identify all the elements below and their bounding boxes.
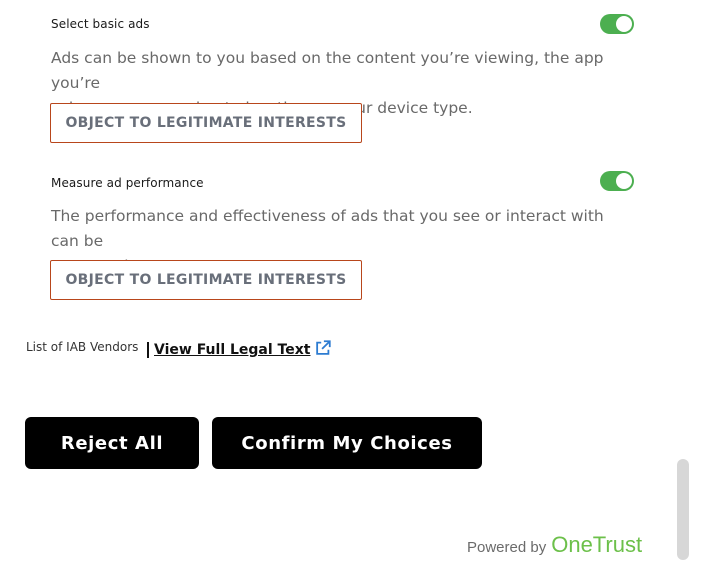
- reject-all-button[interactable]: Reject All: [25, 417, 199, 469]
- view-full-legal-text-link[interactable]: View Full Legal Text: [147, 342, 310, 358]
- toggle-knob: [616, 16, 632, 32]
- powered-by-onetrust: Powered by OneTrust: [467, 532, 642, 558]
- powered-by-text: Powered by: [467, 539, 547, 556]
- onetrust-logo: OneTrust: [551, 532, 643, 557]
- purpose-title-basic-ads: Select basic ads: [51, 17, 150, 31]
- object-legitimate-interest-basic-ads-button[interactable]: OBJECT TO LEGITIMATE INTERESTS: [50, 103, 362, 143]
- scrollbar-thumb[interactable]: [677, 459, 689, 560]
- purpose-title-measure-ad-performance: Measure ad performance: [51, 176, 204, 190]
- description-line: Ads can be shown to you based on the con…: [51, 49, 604, 92]
- toggle-knob: [616, 173, 632, 189]
- object-legitimate-interest-measure-ad-button[interactable]: OBJECT TO LEGITIMATE INTERESTS: [50, 260, 362, 300]
- basic-ads-toggle[interactable]: [600, 14, 634, 34]
- confirm-my-choices-button[interactable]: Confirm My Choices: [212, 417, 482, 469]
- measure-ad-performance-toggle[interactable]: [600, 171, 634, 191]
- iab-vendors-label: List of IAB Vendors: [26, 340, 139, 354]
- external-link-icon[interactable]: [314, 339, 332, 357]
- description-line: The performance and effectiveness of ads…: [51, 207, 604, 250]
